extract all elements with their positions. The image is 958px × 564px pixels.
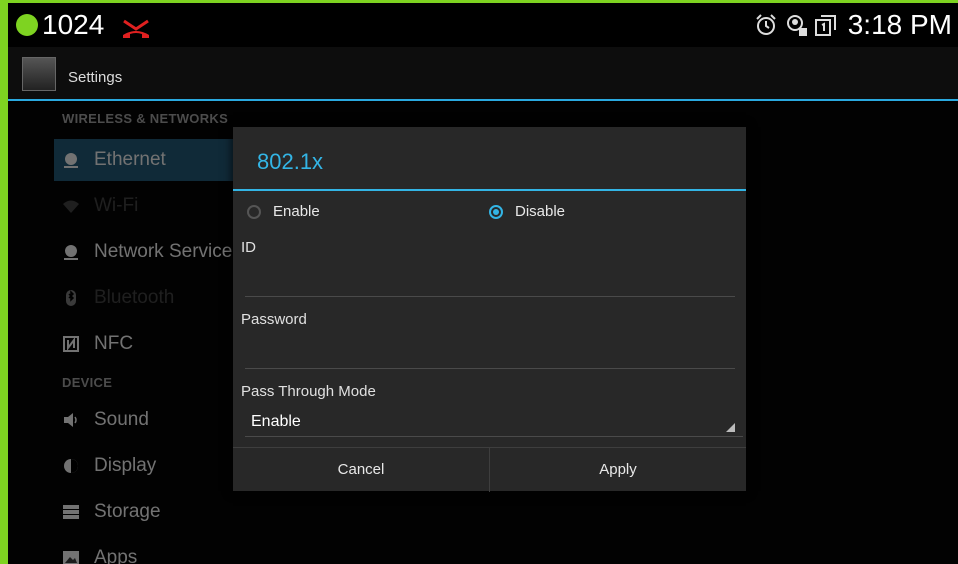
pass-through-mode-label: Pass Through Mode: [241, 383, 376, 400]
action-bar: Settings: [8, 47, 958, 101]
radio-enable[interactable]: Enable: [247, 203, 320, 220]
dialog-8021x: 802.1x Enable Disable ID Password Pass T…: [233, 127, 746, 492]
radio-off-icon: [247, 204, 261, 219]
apply-button[interactable]: Apply: [490, 448, 746, 491]
radio-on-icon: [489, 204, 503, 219]
dialog-button-bar: Cancel Apply: [233, 447, 746, 492]
extension-number: 1024: [42, 9, 105, 40]
screen-frame: 1024 3:18 PM Settings WIRELESS & NETWORK…: [0, 0, 958, 564]
settings-app-icon[interactable]: [22, 57, 56, 91]
dialog-title-divider: [233, 189, 746, 191]
status-icons: 3:18 PM: [754, 9, 952, 41]
password-field[interactable]: [245, 335, 735, 369]
cancel-button[interactable]: Cancel: [233, 448, 489, 491]
dropdown-corner-icon: [726, 423, 735, 432]
screen-share-icon: [814, 15, 836, 36]
alarm-icon: [756, 14, 776, 35]
action-bar-title: Settings: [68, 69, 123, 86]
clock: 3:18 PM: [847, 9, 952, 40]
id-field[interactable]: [245, 263, 735, 297]
missed-call-icon: [123, 19, 149, 38]
line-status-indicator: [16, 14, 38, 36]
radio-disable[interactable]: Disable: [489, 203, 565, 220]
account-icon: [786, 15, 807, 36]
id-label: ID: [241, 239, 256, 256]
radio-enable-label: Enable: [273, 203, 320, 220]
pass-through-mode-select[interactable]: Enable: [245, 403, 743, 437]
radio-disable-label: Disable: [515, 203, 566, 220]
pass-through-mode-value: Enable: [251, 413, 301, 430]
password-label: Password: [241, 311, 307, 328]
dialog-title: 802.1x: [257, 149, 324, 174]
status-bar: 1024 3:18 PM: [8, 3, 958, 47]
